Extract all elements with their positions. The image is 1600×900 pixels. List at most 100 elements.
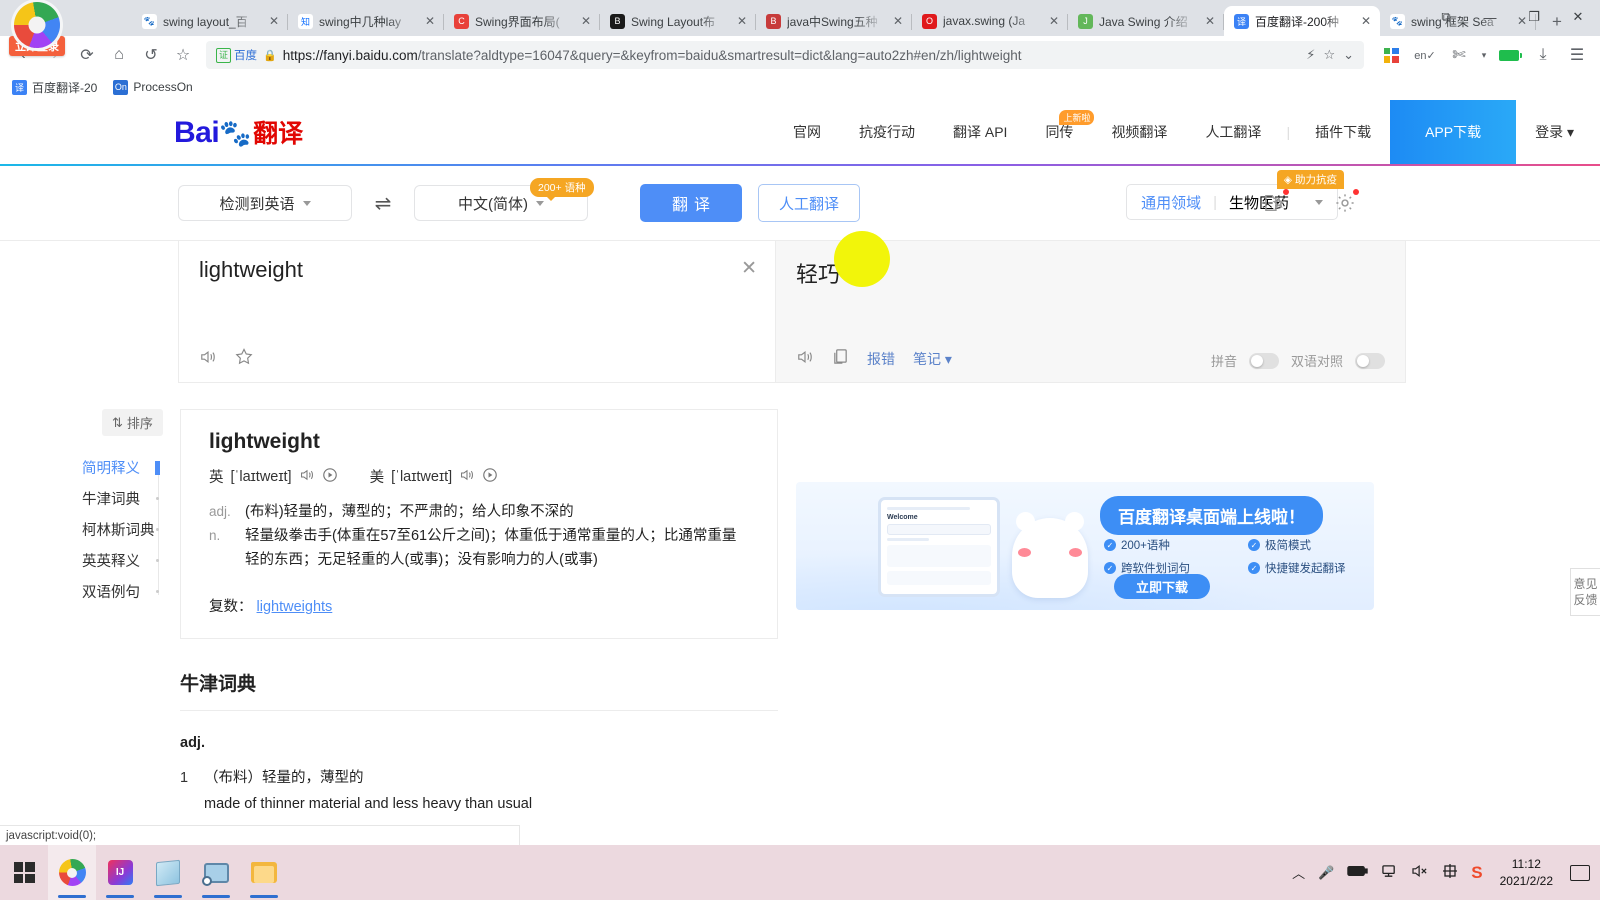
favorite-star-icon[interactable] <box>235 348 253 370</box>
source-pane[interactable]: lightweight ✕ <box>178 241 776 383</box>
bookmark-item[interactable]: On ProcessOn <box>113 79 193 95</box>
sogou-icon[interactable]: S <box>1471 863 1482 883</box>
copy-icon[interactable] <box>832 348 849 370</box>
minimize-button[interactable]: — <box>1468 0 1512 34</box>
bookmark-star-icon[interactable]: ☆ <box>168 40 198 70</box>
taskbar-intellij-icon[interactable]: IJ <box>96 845 144 900</box>
tab-close-icon[interactable]: ✕ <box>422 14 438 28</box>
certificate-chip[interactable]: 证 百度 <box>216 47 257 63</box>
download-icon[interactable]: ⤓ <box>1528 40 1558 70</box>
nav-item-plugin-download[interactable]: 插件下载 <box>1296 100 1390 164</box>
reload-button[interactable]: ⟳ <box>72 40 102 70</box>
bilingual-toggle[interactable] <box>1355 352 1385 369</box>
tab-close-icon[interactable]: ✕ <box>734 14 750 28</box>
bookmark-item[interactable]: 译 百度翻译-20 <box>12 79 97 96</box>
browser-tab[interactable]: B Swing Layout布 ✕ <box>600 6 756 36</box>
browser-profile-badge[interactable]: 立即登录 <box>6 2 68 64</box>
windows-taskbar: IJ ︿ 🎤 S 11:12 2021/2/22 <box>0 845 1600 900</box>
nav-item-video-translate[interactable]: 视频翻译 <box>1092 100 1186 164</box>
favorites-icon[interactable] <box>1260 188 1290 218</box>
source-textarea[interactable]: lightweight <box>179 241 775 299</box>
play-circle-icon[interactable] <box>482 467 498 487</box>
chevron-down-icon[interactable]: ⌄ <box>1343 47 1354 63</box>
source-language-select[interactable]: 检测到英语 <box>178 185 352 221</box>
promo-download-button[interactable]: 立即下载 <box>1114 574 1210 599</box>
nav-item-official[interactable]: 官网 <box>774 100 840 164</box>
speaker-icon[interactable] <box>796 349 814 370</box>
battery-icon[interactable] <box>1347 865 1368 880</box>
feedback-tab[interactable]: 意见 反馈 <box>1570 568 1600 617</box>
browser-status-bar: javascript:void(0); <box>0 825 520 845</box>
sidebar-item-oxford[interactable]: 牛津词典 <box>80 483 180 514</box>
star-icon[interactable]: ☆ <box>1323 47 1335 63</box>
play-circle-icon[interactable] <box>322 467 338 487</box>
sort-button[interactable]: ⇅ 排序 <box>102 409 163 436</box>
sidebar-item-brief[interactable]: 简明释义 <box>80 452 180 483</box>
tab-close-icon[interactable]: ✕ <box>266 14 282 28</box>
nav-item-simultaneous[interactable]: 上新啦 同传 <box>1026 100 1095 164</box>
swap-languages-button[interactable]: ⇌ <box>352 191 414 216</box>
speaker-icon[interactable] <box>459 468 475 486</box>
browser-tab-active[interactable]: 译 百度翻译-200种 ✕ <box>1224 6 1380 36</box>
start-button[interactable] <box>0 845 48 900</box>
tab-search-icon[interactable]: ⧉ <box>1424 0 1468 34</box>
browser-tab[interactable]: C Swing界面布局( ✕ <box>444 6 600 36</box>
nav-item-app-download[interactable]: APP下载 <box>1390 100 1517 164</box>
nav-item-antiepidemic[interactable]: 抗疫行动 <box>840 100 934 164</box>
tab-close-icon[interactable]: ✕ <box>578 14 594 28</box>
human-translate-button[interactable]: 人工翻译 <box>758 184 860 222</box>
browser-tab[interactable]: 🐾 swing layout_百 ✕ <box>132 6 288 36</box>
browser-tab[interactable]: J Java Swing 介绍 ✕ <box>1068 6 1224 36</box>
browser-tab[interactable]: 知 swing中几种lay ✕ <box>288 6 444 36</box>
plural-link[interactable]: lightweights <box>257 599 333 615</box>
entry-cn: （布料）轻量的，薄型的 <box>204 769 364 786</box>
taskbar-notepad-icon[interactable] <box>144 845 192 900</box>
settings-gear-icon[interactable] <box>1330 188 1360 218</box>
nav-item-login[interactable]: 登录 ▾ <box>1516 100 1600 164</box>
history-button[interactable]: ↺ <box>136 40 166 70</box>
lightning-icon[interactable]: ⚡ <box>1306 47 1315 63</box>
microphone-icon[interactable]: 🎤 <box>1318 865 1334 881</box>
tab-close-icon[interactable]: ✕ <box>1202 14 1218 28</box>
scissors-icon[interactable]: ✄ <box>1444 40 1474 70</box>
notes-dropdown[interactable]: 笔记 ▾ <box>913 349 952 369</box>
volume-muted-icon[interactable] <box>1411 864 1429 881</box>
taskbar-file-explorer-icon[interactable] <box>240 845 288 900</box>
domain-selector[interactable]: 通用领域 | 生物医药 <box>1126 184 1338 220</box>
translate-en-icon[interactable]: en✓ <box>1410 40 1440 70</box>
browser-tab[interactable]: B java中Swing五种 ✕ <box>756 6 912 36</box>
notification-icon[interactable] <box>1570 864 1590 881</box>
apps-grid-icon[interactable] <box>1376 40 1406 70</box>
nav-item-api[interactable]: 翻译 API <box>934 100 1026 164</box>
translate-button[interactable]: 翻译 <box>640 184 742 222</box>
taskbar-clock[interactable]: 11:12 2021/2/22 <box>1496 856 1557 888</box>
close-button[interactable]: ✕ <box>1556 0 1600 34</box>
menu-icon[interactable]: ☰ <box>1562 40 1592 70</box>
desktop-app-promo-banner[interactable]: Welcome 百度翻译桌面端上线啦！ ✓ 200+语种 ✓ 极简模式 ✓ 跨软件划词… <box>796 482 1374 610</box>
sidebar-item-en-en[interactable]: 英英释义 <box>80 545 180 576</box>
home-button[interactable]: ⌂ <box>104 40 134 70</box>
baidu-fanyi-logo[interactable]: Bai 🐾 翻译 <box>174 114 303 150</box>
sidebar-item-collins[interactable]: 柯林斯词典 <box>80 514 180 545</box>
report-error-link[interactable]: 报错 <box>867 349 895 369</box>
domain-general-label[interactable]: 通用领域 <box>1141 192 1201 213</box>
tab-close-icon[interactable]: ✕ <box>1046 14 1062 28</box>
chevron-down-icon[interactable]: ▾ <box>1478 40 1490 70</box>
browser-tab[interactable]: O javax.swing (Ja ✕ <box>912 6 1068 36</box>
speaker-icon[interactable] <box>199 349 217 370</box>
taskbar-display-search-icon[interactable] <box>192 845 240 900</box>
tab-close-icon[interactable]: ✕ <box>1358 14 1374 28</box>
pinyin-toggle[interactable] <box>1248 352 1279 369</box>
battery-icon[interactable] <box>1494 40 1524 70</box>
clear-input-icon[interactable]: ✕ <box>741 257 757 280</box>
tab-close-icon[interactable]: ✕ <box>890 14 906 28</box>
maximize-button[interactable]: ❐ <box>1512 0 1556 34</box>
nav-item-human-translate[interactable]: 人工翻译 <box>1186 100 1280 164</box>
chevron-up-icon[interactable]: ︿ <box>1292 863 1305 882</box>
network-icon[interactable] <box>1381 864 1398 882</box>
speaker-icon[interactable] <box>299 468 315 486</box>
taskbar-chrome-icon[interactable] <box>48 845 96 900</box>
address-bar[interactable]: 证 百度 🔒 https://fanyi.baidu.com/translate… <box>206 41 1364 69</box>
sidebar-item-bilingual-examples[interactable]: 双语例句 <box>80 576 180 607</box>
ime-icon[interactable] <box>1442 863 1458 882</box>
